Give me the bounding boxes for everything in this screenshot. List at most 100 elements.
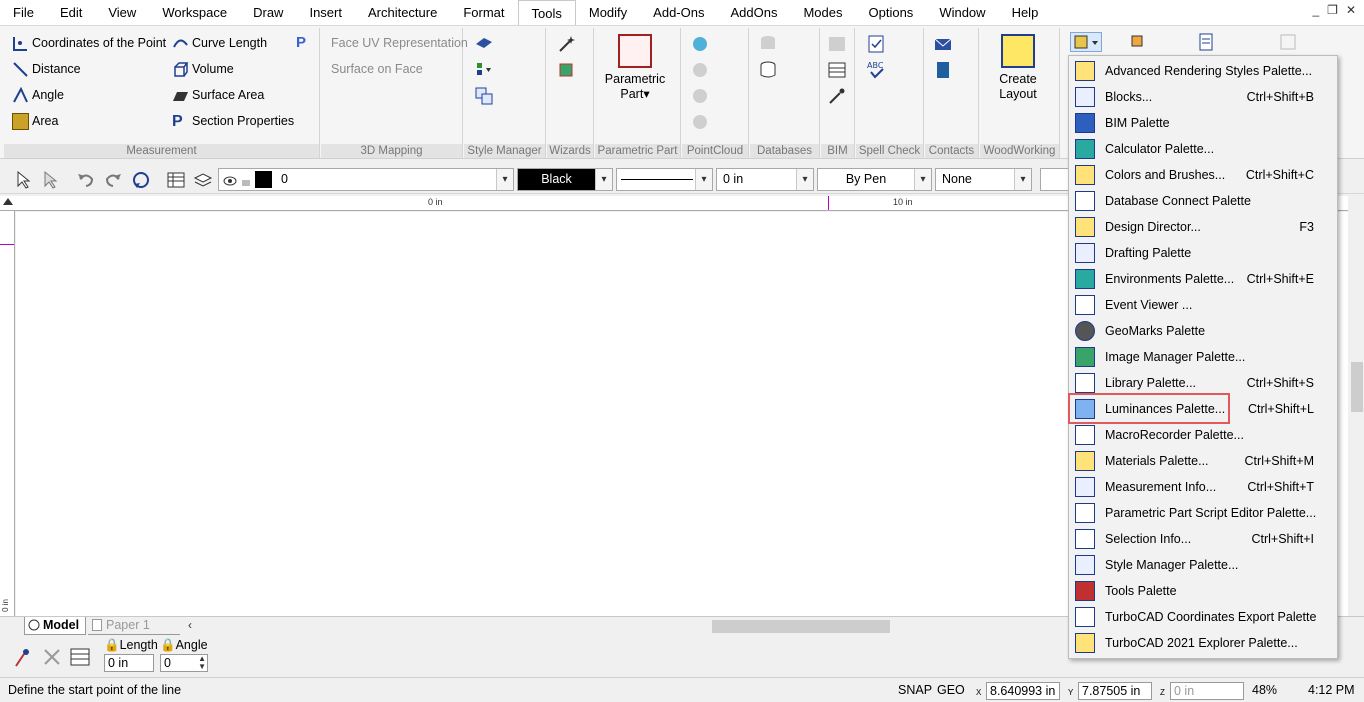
- menu-item-colors-and-brushes[interactable]: Colors and Brushes... Ctrl+Shift+C: [1070, 162, 1336, 188]
- menu-item-image-manager-palette[interactable]: Image Manager Palette...: [1070, 344, 1336, 370]
- line-width-combo[interactable]: 0 in ▾: [716, 168, 814, 191]
- menu-item-blocks[interactable]: Blocks... Ctrl+Shift+B: [1070, 84, 1336, 110]
- create-layout-button[interactable]: Create Layout: [984, 34, 1052, 102]
- tool-wand-icon[interactable]: [12, 646, 36, 670]
- cube-arrow-icon[interactable]: [1128, 32, 1148, 52]
- menu-item-bim-palette[interactable]: BIM Palette: [1070, 110, 1336, 136]
- distance-button[interactable]: Distance: [12, 58, 81, 80]
- coordinates-of-point-button[interactable]: Coordinates of the Point: [12, 32, 166, 54]
- angle-button[interactable]: Angle: [12, 84, 64, 106]
- pen-combo[interactable]: By Pen ▾: [817, 168, 932, 191]
- pointcloud-icon[interactable]: [690, 34, 710, 54]
- menu-item-macrorecorder-palette[interactable]: MacroRecorder Palette...: [1070, 422, 1336, 448]
- eye-icon[interactable]: [223, 173, 237, 186]
- chevron-down-icon[interactable]: ▾: [1014, 169, 1031, 190]
- lock-icon[interactable]: [240, 173, 252, 186]
- database-icon[interactable]: [758, 60, 778, 80]
- horizontal-scroll-thumb[interactable]: [712, 620, 890, 633]
- menu-item-design-director[interactable]: Design Director... F3: [1070, 214, 1336, 240]
- menu-tools[interactable]: Tools: [517, 0, 576, 26]
- spell-check-doc-icon[interactable]: [866, 34, 886, 54]
- menu-item-environments-palette[interactable]: Environments Palette... Ctrl+Shift+E: [1070, 266, 1336, 292]
- menu-modify[interactable]: Modify: [576, 0, 640, 25]
- style-copy-icon[interactable]: [474, 86, 494, 106]
- menu-item-parametric-part-script-editor[interactable]: Parametric Part Script Editor Palette...: [1070, 500, 1336, 526]
- menu-item-explorer-palette[interactable]: TurboCAD 2021 Explorer Palette...: [1070, 630, 1336, 656]
- chevron-down-icon[interactable]: ▾: [796, 169, 813, 190]
- menu-options[interactable]: Options: [856, 0, 927, 25]
- menu-item-coordinates-export-palette[interactable]: TurboCAD Coordinates Export Palette: [1070, 604, 1336, 630]
- menu-item-selection-info[interactable]: Selection Info... Ctrl+Shift+I: [1070, 526, 1336, 552]
- envelope-icon[interactable]: [933, 34, 953, 54]
- curve-length-button[interactable]: Curve Length: [172, 32, 267, 54]
- properties-table-icon[interactable]: [166, 170, 186, 190]
- y-coordinate-field[interactable]: 7.87505 in: [1078, 682, 1152, 700]
- select-arrow-icon[interactable]: [13, 170, 33, 190]
- style-hand-icon[interactable]: [474, 34, 494, 54]
- style-grid-icon[interactable]: [474, 60, 494, 80]
- bim-wand-icon[interactable]: [827, 86, 847, 106]
- scroll-left-arrow[interactable]: ‹: [188, 618, 192, 632]
- color-combo[interactable]: Black ▾: [517, 168, 613, 191]
- menu-item-calculator-palette[interactable]: Calculator Palette...: [1070, 136, 1336, 162]
- menu-item-materials-palette[interactable]: Materials Palette... Ctrl+Shift+M: [1070, 448, 1336, 474]
- tab-paper-1[interactable]: Paper 1: [88, 617, 180, 635]
- fill-combo[interactable]: None ▾: [935, 168, 1032, 191]
- chevron-down-icon[interactable]: ▾: [496, 169, 513, 190]
- parametric-part-button[interactable]: Parametric Part▾: [599, 34, 671, 102]
- area-button[interactable]: Area: [12, 110, 58, 132]
- repeat-icon[interactable]: [131, 170, 151, 190]
- wizard-box-icon[interactable]: [557, 60, 577, 80]
- menu-workspace[interactable]: Workspace: [149, 0, 240, 25]
- vertical-scroll-thumb[interactable]: [1351, 362, 1363, 412]
- menu-draw[interactable]: Draw: [240, 0, 296, 25]
- section-properties-button[interactable]: P Section Properties: [172, 110, 294, 132]
- geo-toggle[interactable]: GEO: [937, 683, 965, 697]
- menu-file[interactable]: File: [0, 0, 47, 25]
- menu-window[interactable]: Window: [926, 0, 998, 25]
- menu-item-advanced-rendering-styles[interactable]: Advanced Rendering Styles Palette...: [1070, 58, 1336, 84]
- menu-add-ons[interactable]: Add-Ons: [640, 0, 717, 25]
- layer-combo[interactable]: 0 ▾: [218, 168, 514, 191]
- inspector-table-icon[interactable]: [69, 646, 91, 668]
- surface-on-face-button[interactable]: Surface on Face: [331, 58, 423, 80]
- menu-insert[interactable]: Insert: [296, 0, 355, 25]
- menu-item-geomarks-palette[interactable]: GeoMarks Palette: [1070, 318, 1336, 344]
- length-input[interactable]: 0 in: [104, 654, 154, 672]
- wizard-wand-icon[interactable]: [557, 34, 577, 54]
- restore-button[interactable]: ❐: [1327, 3, 1338, 17]
- face-uv-representation-button[interactable]: Face UV Representation: [331, 32, 468, 54]
- menu-edit[interactable]: Edit: [47, 0, 95, 25]
- layers-icon[interactable]: [193, 170, 213, 190]
- angle-input[interactable]: 0 ▲ ▼: [160, 654, 208, 672]
- menu-addons[interactable]: AddOns: [717, 0, 790, 25]
- vertical-scrollbar[interactable]: [1348, 196, 1364, 616]
- menu-view[interactable]: View: [95, 0, 149, 25]
- extra-combo[interactable]: [1040, 168, 1070, 191]
- x-coordinate-field[interactable]: 8.640993 in: [986, 682, 1060, 700]
- menu-format[interactable]: Format: [450, 0, 517, 25]
- ruler-corner-icon[interactable]: [2, 197, 14, 209]
- undo-icon[interactable]: [76, 170, 96, 190]
- volume-button[interactable]: Volume: [172, 58, 234, 80]
- address-book-icon[interactable]: [933, 60, 953, 80]
- chevron-down-icon[interactable]: ▾: [595, 169, 612, 190]
- menu-item-drafting-palette[interactable]: Drafting Palette: [1070, 240, 1336, 266]
- menu-item-style-manager-palette[interactable]: Style Manager Palette...: [1070, 552, 1336, 578]
- menu-item-event-viewer[interactable]: Event Viewer ...: [1070, 292, 1336, 318]
- snap-toggle[interactable]: SNAP: [898, 683, 932, 697]
- minimize-button[interactable]: _: [1312, 3, 1319, 17]
- close-button[interactable]: ✕: [1346, 3, 1356, 17]
- redo-icon[interactable]: [103, 170, 123, 190]
- spell-check-abc-icon[interactable]: ABC: [866, 60, 886, 80]
- chevron-down-icon[interactable]: ▾: [914, 169, 931, 190]
- select-edit-icon[interactable]: [40, 170, 60, 190]
- menu-item-measurement-info[interactable]: Measurement Info... Ctrl+Shift+T: [1070, 474, 1336, 500]
- bim-table-icon[interactable]: [827, 60, 847, 80]
- spin-down-icon[interactable]: ▼: [198, 663, 206, 671]
- palettes-dropdown-button[interactable]: [1070, 32, 1102, 52]
- document-list-icon[interactable]: [1196, 32, 1216, 52]
- line-style-combo[interactable]: ▾: [616, 168, 713, 191]
- menu-help[interactable]: Help: [999, 0, 1052, 25]
- cancel-x-icon[interactable]: [42, 647, 62, 667]
